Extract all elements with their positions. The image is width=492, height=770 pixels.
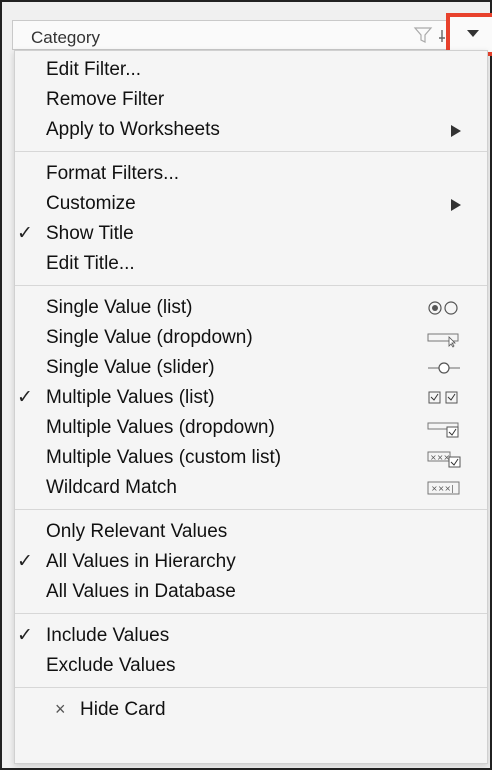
menu-item-single-value-slider[interactable]: Single Value (slider) xyxy=(15,353,487,383)
menu-item-multiple-values-dropdown[interactable]: Multiple Values (dropdown) xyxy=(15,413,487,443)
menu-item-label: Customize xyxy=(46,193,136,214)
menu-item-hide-card[interactable]: × Hide Card xyxy=(15,695,487,725)
menu-separator xyxy=(15,151,487,152)
menu-item-all-values-in-database[interactable]: All Values in Database xyxy=(15,577,487,607)
checkmark-icon: ✓ xyxy=(17,223,33,244)
radio-pair-icon xyxy=(427,298,461,318)
menu-separator xyxy=(15,613,487,614)
dropdown-checkbox-icon xyxy=(427,418,461,438)
menu-item-edit-filter[interactable]: Edit Filter... xyxy=(15,55,487,85)
filter-card-frame: Category Edit Filter... Remove Filter Appl… xyxy=(0,0,492,770)
menu-item-customize[interactable]: Customize xyxy=(15,189,487,219)
menu-item-label: Single Value (list) xyxy=(46,297,193,318)
filter-card-title: Category xyxy=(31,28,100,47)
menu-item-label: Wildcard Match xyxy=(46,477,177,498)
menu-item-multiple-values-list[interactable]: ✓ Multiple Values (list) xyxy=(15,383,487,413)
submenu-arrow-icon xyxy=(451,125,461,137)
menu-item-remove-filter[interactable]: Remove Filter xyxy=(15,85,487,115)
svg-text:×××|: ×××| xyxy=(431,484,454,493)
menu-item-label: Edit Title... xyxy=(46,253,135,274)
menu-item-label: Apply to Worksheets xyxy=(46,119,220,140)
menu-separator xyxy=(15,687,487,688)
menu-item-apply-to-worksheets[interactable]: Apply to Worksheets xyxy=(15,115,487,145)
menu-item-show-title[interactable]: ✓ Show Title xyxy=(15,219,487,249)
checkmark-icon: ✓ xyxy=(17,387,33,408)
dropdown-select-icon xyxy=(427,328,461,348)
menu-separator xyxy=(15,509,487,510)
menu-item-label: Single Value (dropdown) xyxy=(46,327,253,348)
submenu-arrow-icon xyxy=(451,199,461,211)
menu-item-label: Multiple Values (custom list) xyxy=(46,447,282,468)
close-icon: × xyxy=(55,699,66,719)
menu-item-label: Multiple Values (list) xyxy=(46,387,215,408)
menu-item-exclude-values[interactable]: Exclude Values xyxy=(15,651,487,681)
menu-item-label: All Values in Hierarchy xyxy=(46,551,236,572)
funnel-icon[interactable] xyxy=(413,24,433,46)
checkmark-icon: ✓ xyxy=(17,625,33,646)
menu-item-label: Only Relevant Values xyxy=(46,521,228,542)
menu-item-label: Single Value (slider) xyxy=(46,357,215,378)
menu-item-single-value-list[interactable]: Single Value (list) xyxy=(15,293,487,323)
menu-item-label: Remove Filter xyxy=(46,89,165,110)
menu-item-label: Edit Filter... xyxy=(46,59,142,80)
menu-item-label: Include Values xyxy=(46,625,170,646)
menu-item-all-values-in-hierarchy[interactable]: ✓ All Values in Hierarchy xyxy=(15,547,487,577)
menu-item-label: Exclude Values xyxy=(46,655,176,676)
filter-card-header[interactable]: Category xyxy=(12,13,492,56)
checkbox-pair-icon xyxy=(427,388,461,408)
menu-item-label: Multiple Values (dropdown) xyxy=(46,417,275,438)
caret-down-icon xyxy=(467,30,479,37)
menu-item-only-relevant-values[interactable]: Only Relevant Values xyxy=(15,517,487,547)
menu-item-include-values[interactable]: ✓ Include Values xyxy=(15,621,487,651)
filter-context-menu: Edit Filter... Remove Filter Apply to Work… xyxy=(14,50,488,764)
menu-item-format-filters[interactable]: Format Filters... xyxy=(15,159,487,189)
menu-item-label: Format Filters... xyxy=(46,163,180,184)
wildcard-field-icon: ×××| xyxy=(427,478,461,498)
menu-separator xyxy=(15,285,487,286)
slider-icon xyxy=(427,358,461,378)
checkmark-icon: ✓ xyxy=(17,551,33,572)
menu-item-multiple-values-custom-list[interactable]: Multiple Values (custom list) ××× xyxy=(15,443,487,473)
menu-item-label: All Values in Database xyxy=(46,581,236,602)
menu-item-label: Hide Card xyxy=(80,699,166,720)
custom-list-icon: ××× xyxy=(427,448,461,468)
svg-text:×××: ××× xyxy=(430,453,450,462)
menu-item-label: Show Title xyxy=(46,223,134,244)
menu-item-wildcard-match[interactable]: Wildcard Match ×××| xyxy=(15,473,487,503)
menu-item-single-value-dropdown[interactable]: Single Value (dropdown) xyxy=(15,323,487,353)
menu-item-edit-title[interactable]: Edit Title... xyxy=(15,249,487,279)
